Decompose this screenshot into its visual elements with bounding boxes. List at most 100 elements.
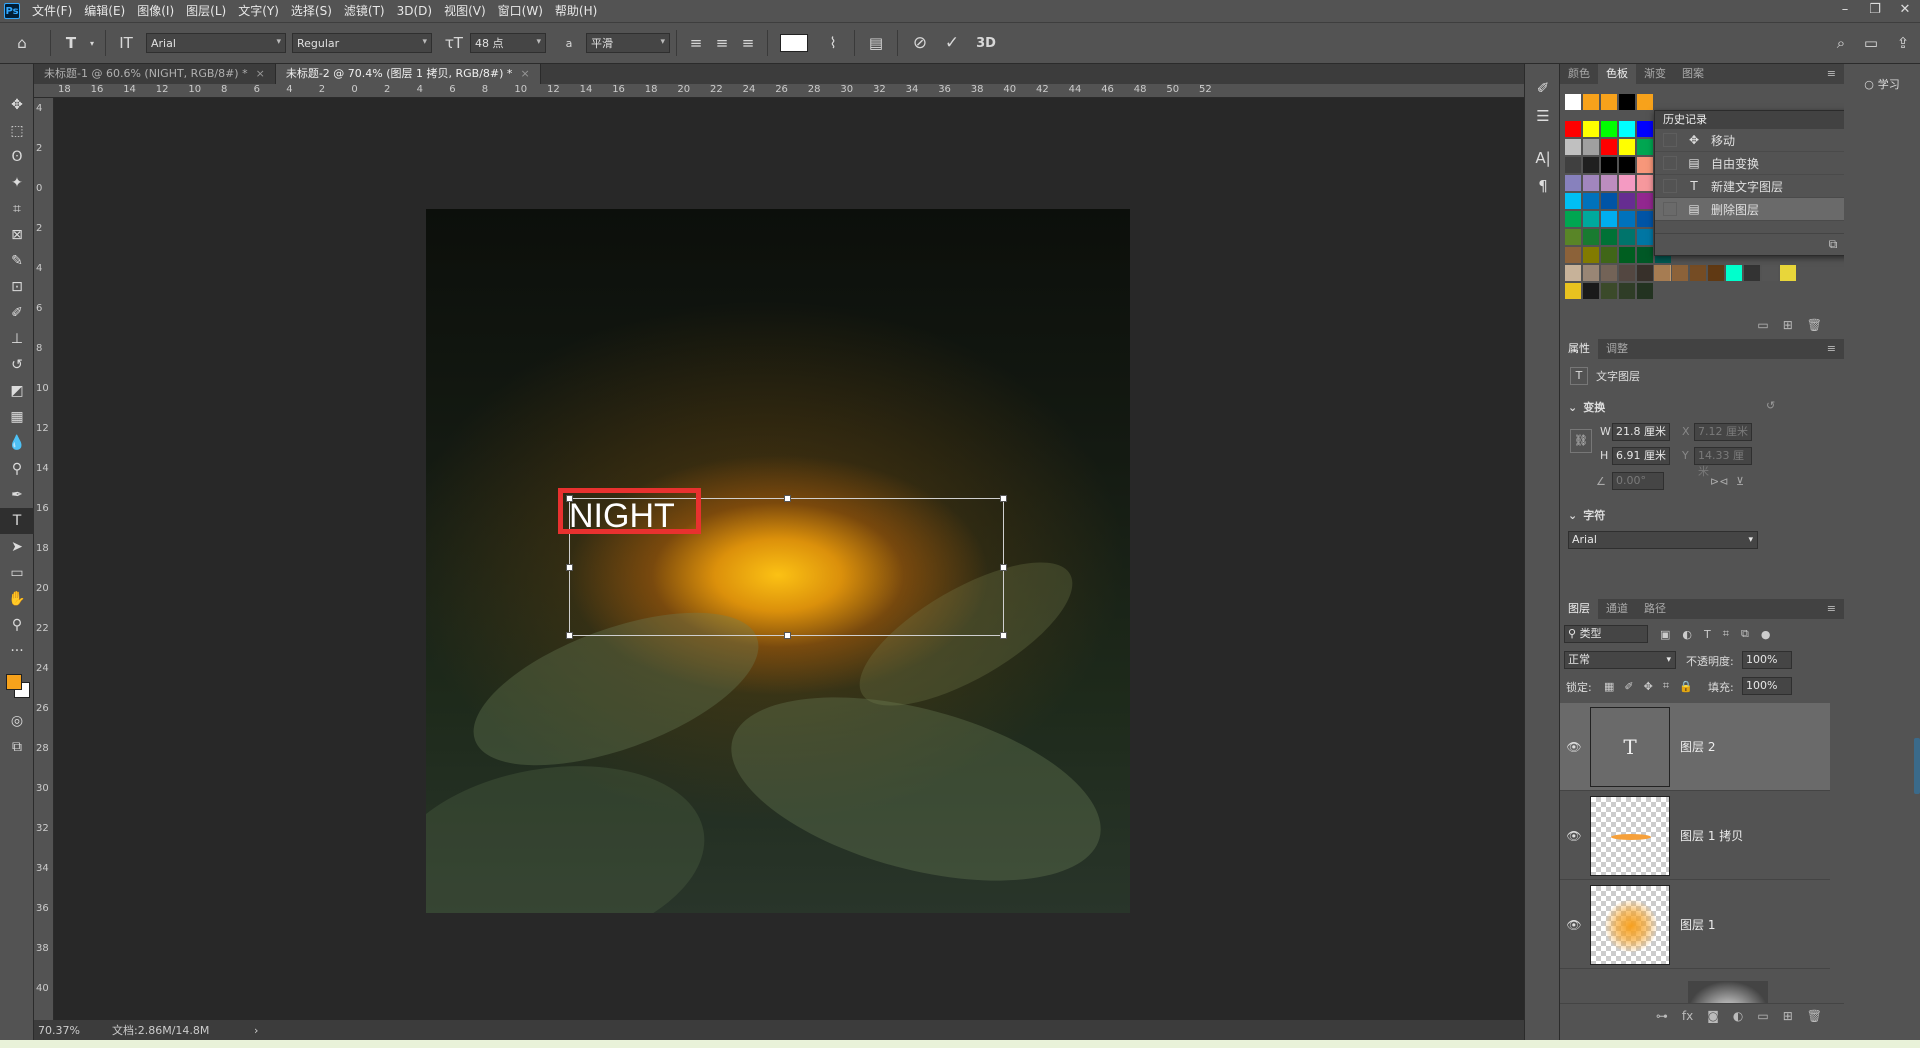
lock-pixels-icon[interactable]: ✐ [1624, 680, 1633, 693]
color-swatch[interactable] [1601, 157, 1617, 173]
menu-help[interactable]: 帮助(H) [549, 0, 603, 22]
character-font-select[interactable]: Arial ▾ [1568, 531, 1758, 549]
close-icon[interactable]: × [256, 67, 265, 80]
add-mask-icon[interactable]: ◙ [1707, 1009, 1719, 1023]
character-panel-icon[interactable]: ▤ [861, 34, 891, 52]
layer-name[interactable]: 图层 2 [1680, 738, 1715, 755]
healing-brush-tool-icon[interactable]: ⊡ [0, 274, 34, 300]
color-swatch[interactable] [1565, 157, 1581, 173]
lock-all-icon[interactable]: 🔒 [1679, 680, 1693, 693]
menu-image[interactable]: 图像(I) [131, 0, 180, 22]
history-brush-source-checkbox[interactable] [1663, 133, 1677, 147]
eyedropper-tool-icon[interactable]: ✎ [0, 248, 34, 274]
color-swatch[interactable] [1601, 139, 1617, 155]
character-panel-icon[interactable]: A| [1525, 144, 1561, 172]
color-swatch[interactable] [1619, 139, 1635, 155]
color-swatch[interactable] [1619, 175, 1635, 191]
flip-horizontal-icon[interactable]: ⊳⊲ [1710, 475, 1728, 488]
fill-field[interactable]: 100% [1742, 677, 1792, 695]
antialias-select[interactable]: 平滑 ▾ [586, 33, 670, 53]
trash-icon[interactable]: 🗑 [1807, 318, 1822, 332]
recent-swatch[interactable] [1619, 94, 1635, 110]
tab-patterns[interactable]: 图案 [1674, 64, 1712, 84]
reset-transform-icon[interactable]: ↺ [1766, 399, 1775, 412]
color-swatch[interactable] [1583, 283, 1599, 299]
color-swatch[interactable] [1565, 175, 1581, 191]
color-swatch[interactable] [1601, 247, 1617, 263]
transform-section-header[interactable]: ⌄ 变换 [1568, 399, 1605, 415]
layer-filter-select[interactable]: ⚲ 类型 [1564, 625, 1648, 643]
color-swatch[interactable] [1583, 193, 1599, 209]
workspace-icon[interactable]: ▭ [1856, 34, 1886, 52]
new-layer-icon[interactable]: ⊞ [1783, 1009, 1793, 1023]
marquee-tool-icon[interactable]: ⬚ [0, 118, 34, 144]
recent-swatch[interactable] [1583, 94, 1599, 110]
cancel-icon[interactable]: ⊘ [904, 33, 936, 53]
color-swatch[interactable] [1601, 211, 1617, 227]
doc-tab-2[interactable]: 未标题-2 @ 70.4% (图层 1 拷贝, RGB/8#) * × [275, 64, 541, 84]
color-swatch[interactable] [1565, 193, 1581, 209]
tab-layers[interactable]: 图层 [1560, 599, 1598, 619]
visibility-eye-icon[interactable]: 👁 [1560, 829, 1588, 843]
color-swatch[interactable] [1583, 265, 1599, 281]
commit-check-icon[interactable]: ✓ [936, 33, 968, 53]
visibility-eye-icon[interactable]: 👁 [1560, 740, 1588, 754]
transform-handle[interactable] [566, 564, 573, 571]
tab-gradients[interactable]: 渐变 [1636, 64, 1674, 84]
panel-menu-icon[interactable]: ≡ [1827, 599, 1836, 619]
foreground-color-swatch[interactable] [6, 674, 22, 690]
color-swatch[interactable] [1672, 265, 1688, 281]
color-swatch[interactable] [1762, 265, 1778, 281]
character-section-header[interactable]: ⌄ 字符 [1568, 507, 1605, 523]
color-swatch[interactable] [1619, 211, 1635, 227]
color-swatch[interactable] [1619, 247, 1635, 263]
menu-window[interactable]: 窗口(W) [492, 0, 549, 22]
color-swatch[interactable] [1565, 247, 1581, 263]
transform-handle[interactable] [1000, 495, 1007, 502]
dodge-tool-icon[interactable]: ⚲ [0, 456, 34, 482]
menu-file[interactable]: 文件(F) [26, 0, 78, 22]
share-icon[interactable]: ⇪ [1886, 34, 1920, 52]
color-swatch[interactable] [1690, 265, 1706, 281]
color-swatch[interactable] [1654, 265, 1670, 281]
color-swatch[interactable] [1601, 283, 1617, 299]
color-swatch[interactable] [1637, 139, 1653, 155]
side-tab-handle[interactable] [1914, 738, 1920, 794]
width-field[interactable]: 21.8 厘米 [1612, 423, 1670, 441]
color-swatch[interactable] [1601, 229, 1617, 245]
color-swatch[interactable] [1637, 121, 1653, 137]
tab-paths[interactable]: 路径 [1636, 599, 1674, 619]
document-image[interactable]: NIGHT [426, 209, 1130, 913]
magic-wand-tool-icon[interactable]: ✦ [0, 170, 34, 196]
color-swatch[interactable] [1583, 175, 1599, 191]
tab-properties[interactable]: 属性 [1560, 339, 1598, 359]
color-swatch[interactable] [1601, 175, 1617, 191]
layer-row[interactable]: 👁 图层 1 [1560, 881, 1830, 969]
clone-stamp-tool-icon[interactable]: ⊥ [0, 326, 34, 352]
eraser-tool-icon[interactable]: ◩ [0, 378, 34, 404]
quick-mask-icon[interactable]: ◎ [0, 708, 34, 734]
layer-name[interactable]: 图层 1 [1680, 916, 1715, 933]
adjustment-layer-icon[interactable]: ◐ [1733, 1009, 1743, 1023]
layer-row[interactable]: 👁 图层 1 拷贝 [1560, 792, 1830, 880]
pixel-filter-icon[interactable]: ▣ [1660, 628, 1670, 641]
color-swatch[interactable] [1780, 265, 1796, 281]
tab-swatches[interactable]: 色板 [1598, 64, 1636, 84]
more-tools-icon[interactable]: ··· [0, 638, 34, 664]
color-swatch[interactable] [1583, 229, 1599, 245]
type-filter-icon[interactable]: T [1704, 628, 1711, 641]
learn-panel-button[interactable]: ○ 学习 [1844, 64, 1920, 104]
color-swatch[interactable] [1619, 265, 1635, 281]
color-swatch[interactable] [1708, 265, 1724, 281]
3d-button[interactable]: 3D [968, 36, 1004, 51]
opacity-field[interactable]: 100% [1742, 651, 1792, 669]
color-swatch[interactable] [1601, 121, 1617, 137]
canvas-area[interactable]: NIGHT [56, 98, 1496, 1020]
menu-3d[interactable]: 3D(D) [391, 0, 438, 22]
pen-tool-icon[interactable]: ✒ [0, 482, 34, 508]
color-swatch[interactable] [1744, 265, 1760, 281]
chevron-down-icon[interactable]: ▾ [85, 39, 99, 48]
rectangle-tool-icon[interactable]: ▭ [0, 560, 34, 586]
smart-object-filter-icon[interactable]: ⧉ [1741, 627, 1749, 641]
color-swatch[interactable] [1619, 157, 1635, 173]
